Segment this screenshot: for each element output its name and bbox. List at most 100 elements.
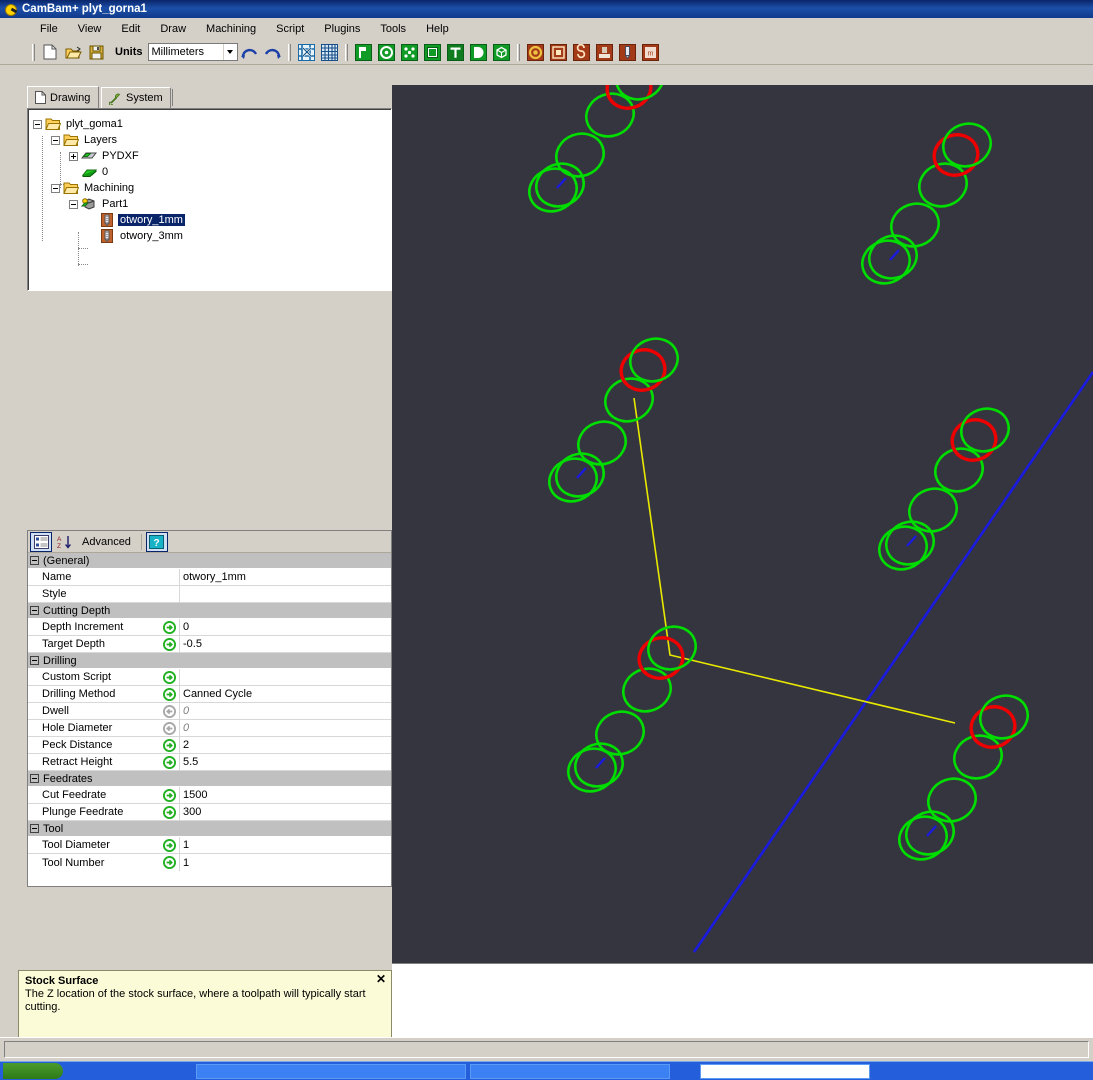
alphabetic-sort-button[interactable]: A Z — [53, 532, 75, 552]
inherit-arrow-icon[interactable] — [163, 806, 176, 819]
undo-button[interactable] — [239, 42, 260, 62]
inherit-arrow-icon[interactable] — [163, 756, 176, 769]
property-row-custom-script[interactable]: Custom Script — [28, 669, 391, 686]
property-help-button[interactable]: ? — [145, 531, 168, 552]
tree-node-otwory-3mm[interactable]: otwory_3mm — [87, 228, 185, 244]
property-category-feedrates[interactable]: Feedrates — [28, 771, 391, 787]
categorized-view-button[interactable] — [30, 531, 52, 552]
menu-item-plugins[interactable]: Plugins — [314, 20, 370, 38]
property-row-tool-diameter[interactable]: Tool Diameter 1 — [28, 837, 391, 854]
property-value[interactable]: 1 — [180, 854, 391, 871]
tab-drawing[interactable]: Drawing — [27, 86, 99, 108]
tree-node-machining[interactable]: Machining — [51, 180, 136, 196]
inherit-arrow-icon[interactable] — [163, 789, 176, 802]
category-expander[interactable] — [30, 824, 39, 833]
category-expander[interactable] — [30, 556, 39, 565]
tree-node-part1[interactable]: Part1 — [69, 196, 130, 212]
property-row-retract-height[interactable]: Retract Height 5.5 — [28, 754, 391, 771]
category-expander[interactable] — [30, 656, 39, 665]
property-value[interactable]: 2 — [180, 737, 391, 753]
toolbar-grip-2[interactable] — [287, 43, 291, 61]
tree-expander-pydxf[interactable] — [69, 151, 78, 161]
nest-button[interactable] — [548, 42, 569, 62]
tree-expander-machining[interactable] — [51, 183, 60, 193]
project-tree[interactable]: plyt_goma1 Layers PYDXF 0 Machining Part… — [27, 108, 392, 291]
inherit-arrow-icon[interactable] — [163, 839, 176, 852]
menu-item-help[interactable]: Help — [416, 20, 459, 38]
property-category-general[interactable]: (General) — [28, 553, 391, 569]
property-value[interactable]: 0 — [180, 703, 391, 719]
property-row-dwell[interactable]: Dwell 0 — [28, 703, 391, 720]
property-value[interactable]: Canned Cycle — [180, 686, 391, 702]
close-icon[interactable]: ✕ — [376, 973, 386, 985]
pocket-mop-button[interactable] — [376, 42, 397, 62]
property-value[interactable]: otwory_1mm — [180, 569, 391, 585]
advanced-properties-label[interactable]: Advanced — [76, 536, 137, 548]
property-row-peck-distance[interactable]: Peck Distance 2 — [28, 737, 391, 754]
property-category-drilling[interactable]: Drilling — [28, 653, 391, 669]
post-process-button[interactable] — [571, 42, 592, 62]
menu-item-script[interactable]: Script — [266, 20, 314, 38]
menu-item-draw[interactable]: Draw — [150, 20, 196, 38]
inherit-arrow-icon[interactable] — [163, 739, 176, 752]
inherit-arrow-icon[interactable] — [163, 671, 176, 684]
property-value[interactable]: 5.5 — [180, 754, 391, 770]
category-expander[interactable] — [30, 606, 39, 615]
category-expander[interactable] — [30, 774, 39, 783]
windows-taskbar[interactable] — [0, 1061, 1093, 1080]
tree-node-layers[interactable]: Layers — [51, 132, 119, 148]
inherit-arrow-icon[interactable] — [163, 856, 176, 869]
tree-node-layer-0[interactable]: 0 — [69, 164, 110, 180]
toolbar-grip-4[interactable] — [516, 43, 520, 61]
start-button[interactable] — [3, 1063, 63, 1079]
hole-ellipse[interactable] — [873, 520, 932, 576]
show-grid-button[interactable] — [319, 42, 340, 62]
redo-button[interactable] — [262, 42, 283, 62]
property-row-style[interactable]: Style — [28, 586, 391, 603]
hole-ellipse[interactable] — [856, 234, 915, 290]
chevron-down-icon[interactable] — [222, 44, 237, 60]
property-row-target-depth[interactable]: Target Depth -0.5 — [28, 636, 391, 653]
snap-grid-button[interactable] — [296, 42, 317, 62]
toolbar-grip[interactable] — [32, 43, 35, 61]
menu-item-edit[interactable]: Edit — [111, 20, 150, 38]
drill-mop-button[interactable] — [399, 42, 420, 62]
property-value[interactable] — [180, 669, 391, 685]
property-row-depth-increment[interactable]: Depth Increment 0 — [28, 619, 391, 636]
inherit-arrow-disabled-icon[interactable] — [163, 722, 176, 735]
selected-hole-ellipse[interactable] — [966, 701, 1020, 753]
hole-ellipse[interactable] — [572, 415, 631, 471]
toolbar-grip-3[interactable] — [344, 43, 348, 61]
inherit-arrow-icon[interactable] — [163, 621, 176, 634]
property-value[interactable]: 0 — [180, 720, 391, 736]
shape-mop-button[interactable] — [468, 42, 489, 62]
hole-ellipse[interactable] — [893, 810, 952, 866]
property-value[interactable]: 300 — [180, 804, 391, 820]
selected-hole-ellipse[interactable] — [947, 414, 1001, 466]
property-value[interactable]: 1500 — [180, 787, 391, 803]
menu-item-machining[interactable]: Machining — [196, 20, 266, 38]
new-file-button[interactable] — [40, 42, 61, 62]
property-row-plunge-feedrate[interactable]: Plunge Feedrate 300 — [28, 804, 391, 821]
profile-mop-button[interactable] — [353, 42, 374, 62]
engrave-mop-button[interactable] — [422, 42, 443, 62]
inherit-arrow-icon[interactable] — [163, 688, 176, 701]
property-value[interactable]: 0 — [180, 619, 391, 635]
property-value[interactable] — [180, 586, 391, 602]
inherit-arrow-disabled-icon[interactable] — [163, 705, 176, 718]
hole-ellipse[interactable] — [523, 162, 582, 218]
property-row-tool-number[interactable]: Tool Number 1 — [28, 854, 391, 871]
units-dropdown[interactable]: Millimeters — [147, 43, 238, 61]
selected-hole-ellipse[interactable] — [616, 344, 670, 396]
property-category-cutting-depth[interactable]: Cutting Depth — [28, 603, 391, 619]
property-row-name[interactable]: Name otwory_1mm — [28, 569, 391, 586]
tree-node-otwory-1mm[interactable]: otwory_1mm — [87, 212, 185, 228]
menu-item-view[interactable]: View — [68, 20, 112, 38]
tool-library-button[interactable] — [617, 42, 638, 62]
tree-expander-layers[interactable] — [51, 135, 60, 145]
cad-canvas[interactable] — [392, 85, 1093, 963]
tree-node-pydxf[interactable]: PYDXF — [69, 148, 141, 164]
selected-hole-ellipse[interactable] — [929, 129, 983, 181]
taskbar-item[interactable] — [470, 1064, 670, 1079]
hole-ellipse[interactable] — [562, 742, 621, 798]
